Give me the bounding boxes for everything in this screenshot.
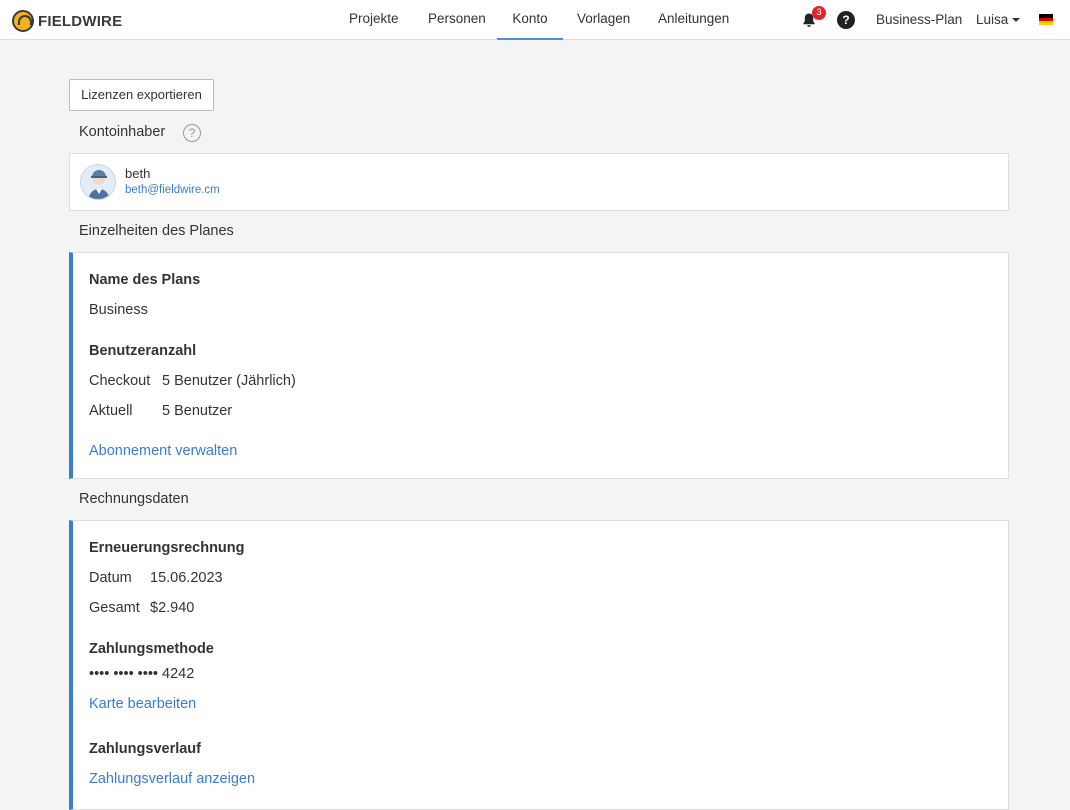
chevron-down-icon [1012, 18, 1021, 23]
billing-details-card: Erneuerungsrechnung Datum 15.06.2023 Ges… [69, 520, 1009, 810]
account-owner-title: Kontoinhaber [79, 124, 166, 140]
business-plan-link[interactable]: Business-Plan [876, 0, 962, 40]
plan-details-title: Einzelheiten des Planes [79, 223, 234, 239]
card-number: •••• •••• •••• 4242 [89, 666, 195, 682]
checkout-value: 5 Benutzer (Jährlich) [162, 373, 296, 389]
brand-name: FIELDWIRE [38, 12, 123, 30]
user-name: Luisa [976, 12, 1009, 27]
avatar [80, 164, 116, 200]
current-label: Aktuell [89, 403, 133, 419]
date-label: Datum [89, 570, 132, 586]
help-icon[interactable]: ? [837, 11, 855, 29]
checkout-label: Checkout [89, 373, 151, 389]
tab-konto[interactable]: Konto [497, 0, 563, 40]
renewal-invoice-label: Erneuerungsrechnung [89, 540, 245, 556]
payment-method-label: Zahlungsmethode [89, 641, 214, 657]
billing-details-title: Rechnungsdaten [79, 491, 189, 507]
manage-subscription-link[interactable]: Abonnement verwalten [89, 443, 237, 459]
top-navbar: FIELDWIRE Projekte Personen Konto Vorlag… [0, 0, 1070, 40]
total-value: $2.940 [150, 600, 195, 616]
export-licenses-button[interactable]: Lizenzen exportieren [69, 79, 214, 111]
hard-hat-logo-icon [12, 10, 34, 32]
german-flag-icon[interactable] [1039, 14, 1053, 26]
edit-card-link[interactable]: Karte bearbeiten [89, 696, 196, 712]
worker-avatar-icon [88, 170, 110, 199]
owner-name: beth [125, 166, 151, 181]
total-label: Gesamt [89, 600, 140, 616]
account-owner-card: beth beth@fieldwire.cm [69, 153, 1009, 211]
date-value: 15.06.2023 [150, 570, 223, 586]
help-circle-icon[interactable]: ? [183, 124, 201, 142]
owner-email[interactable]: beth@fieldwire.cm [125, 184, 220, 196]
tab-projekte[interactable]: Projekte [349, 0, 399, 40]
tab-anleitungen[interactable]: Anleitungen [658, 0, 729, 40]
notification-count-badge: 3 [812, 6, 826, 20]
current-value: 5 Benutzer [162, 403, 233, 419]
tab-vorlagen[interactable]: Vorlagen [577, 0, 630, 40]
plan-name-label: Name des Plans [89, 272, 201, 288]
user-count-label: Benutzeranzahl [89, 343, 197, 359]
payment-history-label: Zahlungsverlauf [89, 741, 201, 757]
plan-name-value: Business [89, 302, 148, 318]
plan-details-card: Name des Plans Business Benutzeranzahl C… [69, 252, 1009, 479]
tab-personen[interactable]: Personen [428, 0, 486, 40]
user-menu[interactable]: Luisa [976, 0, 1021, 40]
view-payment-history-link[interactable]: Zahlungsverlauf anzeigen [89, 771, 255, 787]
brand-logo[interactable]: FIELDWIRE [12, 10, 122, 32]
